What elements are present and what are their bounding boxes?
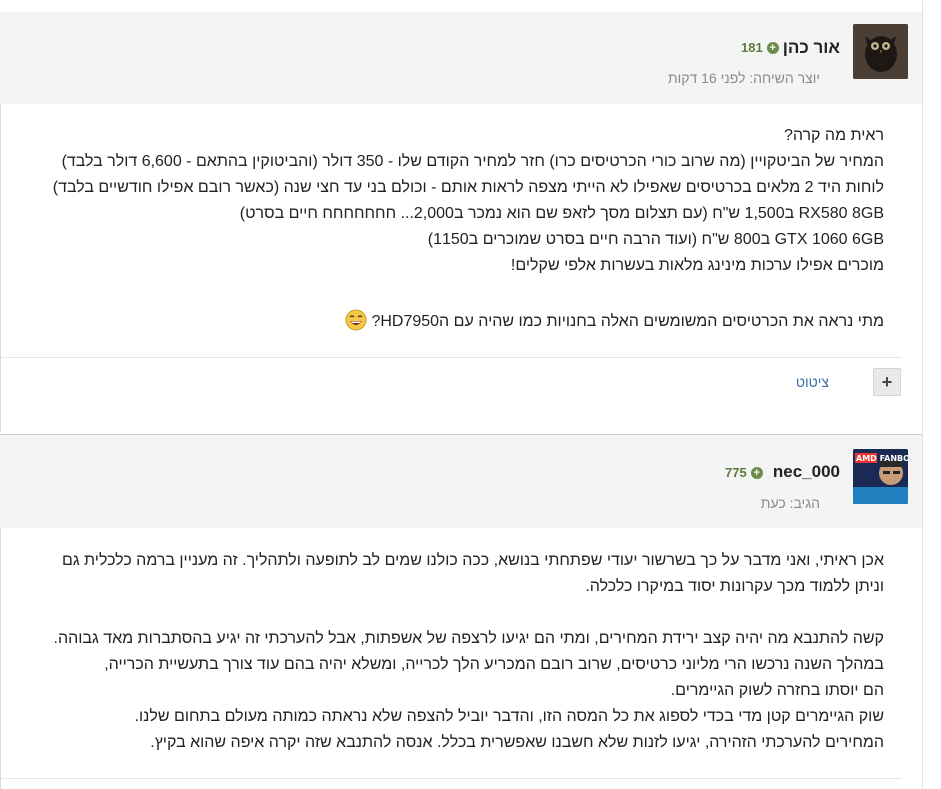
avatar-text: AMD FANBOY	[856, 454, 908, 463]
post-line: מוכרים אפילו ערכות מינינג מלאות בעשרות א…	[510, 257, 884, 274]
post-2: AMD FANBOY nec_000 775 + הגיב: כעת אכן ר…	[0, 435, 922, 789]
post-body: אכן ראיתי, ואני מדבר על כך בשרשור יעודי …	[54, 548, 884, 756]
post-meta: יוצר השיחה: לפני 16 דקות	[667, 70, 820, 86]
post-line-with-emoji: מתי נראה את הכרטיסים המשומשים האלה בחנוי…	[53, 309, 884, 335]
plus-circle-icon: +	[750, 466, 763, 479]
post-line	[54, 600, 884, 626]
avatar[interactable]	[853, 24, 908, 79]
post-line: שוק הגיימרים קטן מדי בכדי לספוג את כל המ…	[134, 708, 884, 725]
post-divider	[0, 357, 902, 358]
reputation-count: 775	[725, 465, 747, 480]
post-divider	[0, 778, 902, 779]
quote-button[interactable]: ציטוט	[796, 374, 829, 390]
post-line: קשה להתנבא מה יהיה קצב ירידת המחירים, ומ…	[53, 630, 884, 647]
post-body: ראית מה קרה? המחיר של הביטקויין (מה שרוב…	[53, 123, 884, 335]
post-line	[53, 279, 884, 305]
avatar[interactable]: AMD FANBOY	[853, 449, 908, 504]
plus-circle-icon: +	[766, 41, 779, 54]
reputation-count: 181	[741, 40, 763, 55]
author-name[interactable]: nec_000	[773, 462, 840, 482]
laughing-emoji-icon	[345, 309, 367, 331]
author-name[interactable]: אור כהן	[783, 38, 840, 58]
post-line: GTX 1060 6GB ב800 ש"ח (ועוד הרבה חיים בס…	[427, 231, 884, 248]
post-line: המחיר של הביטקויין (מה שרוב כורי הכרטיסי…	[61, 153, 884, 170]
post-header: אור כהן 181 + יוצר השיחה: לפני 16 דקות	[0, 12, 922, 104]
post-line: RX580 8GB ב1,500 ש"ח (עם תצלום מסך לזאפ …	[239, 205, 884, 222]
post-line: ראית מה קרה?	[783, 127, 884, 144]
post-line: וניתן ללמוד מכך עקרונות יסוד במיקרו כלכל…	[585, 578, 884, 595]
post-meta: הגיב: כעת	[760, 495, 820, 511]
post-line: המחירים להערכתי הזהירה, יגיעו לזנות שלא …	[150, 734, 884, 751]
post-line: מתי נראה את הכרטיסים המשומשים האלה בחנוי…	[371, 313, 884, 330]
post-line: במהלך השנה נרכשו הרי מליוני כרטיסים, שרו…	[104, 656, 884, 673]
owl-avatar-icon	[853, 24, 908, 79]
reputation-badge: 775 +	[725, 465, 763, 480]
multiquote-plus-button[interactable]: +	[873, 368, 901, 396]
amd-fanboy-avatar-icon: AMD FANBOY	[853, 449, 908, 504]
page-edge-line	[922, 0, 923, 789]
reputation-badge: 181 +	[741, 40, 779, 55]
post-line: הם יוסתו בחזרה לשוק הגיימרים.	[670, 682, 884, 699]
post-header: AMD FANBOY nec_000 775 + הגיב: כעת	[0, 435, 922, 528]
post-line: לוחות היד 2 מלאים בכרטיסים שאפילו לא היי…	[52, 179, 884, 196]
post-line: אכן ראיתי, ואני מדבר על כך בשרשור יעודי …	[61, 552, 884, 569]
post-1: אור כהן 181 + יוצר השיחה: לפני 16 דקות ר…	[0, 0, 922, 432]
